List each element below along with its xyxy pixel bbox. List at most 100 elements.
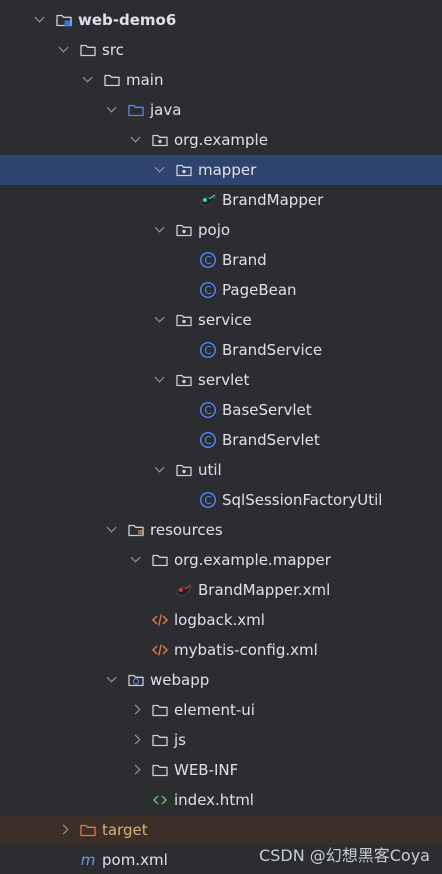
chevron-right-icon[interactable] bbox=[130, 764, 141, 775]
tree-node-baseservlet[interactable]: C BaseServlet bbox=[0, 395, 442, 425]
java-class-icon: C bbox=[199, 401, 217, 419]
tree-node-webapp[interactable]: webapp bbox=[0, 665, 442, 695]
svg-text:C: C bbox=[204, 285, 211, 297]
chevron-down-icon[interactable] bbox=[106, 522, 117, 533]
tree-node-brandmapper-xml[interactable]: BrandMapper.xml bbox=[0, 575, 442, 605]
tree-node-label: mybatis-config.xml bbox=[174, 641, 318, 659]
tree-node-label: element-ui bbox=[174, 701, 255, 719]
tree-node-web-demo6[interactable]: web-demo6 bbox=[0, 5, 442, 35]
package-icon bbox=[151, 131, 169, 149]
project-tree: web-demo6 src main java org.example mapp… bbox=[0, 0, 442, 874]
tree-node-label: target bbox=[102, 821, 148, 839]
tree-node-brandservice[interactable]: C BrandService bbox=[0, 335, 442, 365]
svg-text:C: C bbox=[204, 495, 211, 507]
tree-node-resources[interactable]: resources bbox=[0, 515, 442, 545]
chevron-down-icon[interactable] bbox=[154, 462, 165, 473]
tree-node-label: java bbox=[150, 101, 182, 119]
chevron-down-icon[interactable] bbox=[130, 132, 141, 143]
chevron-down-icon[interactable] bbox=[82, 72, 93, 83]
tree-node-label: servlet bbox=[198, 371, 250, 389]
tree-node-main[interactable]: main bbox=[0, 65, 442, 95]
folder-icon bbox=[151, 761, 169, 779]
package-icon bbox=[175, 371, 193, 389]
folder-icon bbox=[151, 701, 169, 719]
tree-node-brandmapper[interactable]: BrandMapper bbox=[0, 185, 442, 215]
tree-node-servlet[interactable]: servlet bbox=[0, 365, 442, 395]
tree-node-org-example-mapper[interactable]: org.example.mapper bbox=[0, 545, 442, 575]
tree-node-label: mapper bbox=[198, 161, 257, 179]
tree-node-mybatis-config-xml[interactable]: mybatis-config.xml bbox=[0, 635, 442, 665]
tree-node-index-html[interactable]: index.html bbox=[0, 785, 442, 815]
folder-icon bbox=[103, 71, 121, 89]
svg-text:C: C bbox=[204, 405, 211, 417]
tree-node-label: web-demo6 bbox=[78, 11, 177, 29]
tree-node-brandservlet[interactable]: C BrandServlet bbox=[0, 425, 442, 455]
watermark: CSDN @幻想黑客Coya bbox=[259, 846, 430, 865]
tree-node-js[interactable]: js bbox=[0, 725, 442, 755]
chevron-down-icon[interactable] bbox=[154, 162, 165, 173]
tree-node-label: main bbox=[126, 71, 164, 89]
package-icon bbox=[175, 311, 193, 329]
folder-icon bbox=[151, 551, 169, 569]
tree-node-logback-xml[interactable]: logback.xml bbox=[0, 605, 442, 635]
html-file-icon bbox=[151, 791, 169, 809]
chevron-down-icon[interactable] bbox=[154, 222, 165, 233]
package-icon bbox=[175, 461, 193, 479]
package-icon bbox=[175, 161, 193, 179]
chevron-down-icon[interactable] bbox=[130, 552, 141, 563]
tree-node-label: WEB-INF bbox=[174, 761, 239, 779]
tree-node-java[interactable]: java bbox=[0, 95, 442, 125]
tree-node-service[interactable]: service bbox=[0, 305, 442, 335]
tree-node-label: service bbox=[198, 311, 252, 329]
tree-node-src[interactable]: src bbox=[0, 35, 442, 65]
chevron-down-icon[interactable] bbox=[58, 42, 69, 53]
mybatis-xml-icon bbox=[175, 581, 194, 599]
tree-node-org-example[interactable]: org.example bbox=[0, 125, 442, 155]
chevron-down-icon[interactable] bbox=[34, 12, 45, 23]
chevron-down-icon[interactable] bbox=[154, 372, 165, 383]
chevron-right-icon[interactable] bbox=[130, 704, 141, 715]
tree-node-sqlsessionfactoryutil[interactable]: C SqlSessionFactoryUtil bbox=[0, 485, 442, 515]
tree-node-web-inf[interactable]: WEB-INF bbox=[0, 755, 442, 785]
web-folder-icon bbox=[127, 671, 145, 689]
tree-node-label: src bbox=[102, 41, 124, 59]
xml-file-icon bbox=[151, 641, 169, 659]
tree-node-label: SqlSessionFactoryUtil bbox=[222, 491, 383, 509]
chevron-right-icon[interactable] bbox=[130, 734, 141, 745]
tree-node-label: org.example.mapper bbox=[174, 551, 331, 569]
chevron-down-icon[interactable] bbox=[106, 672, 117, 683]
excluded-folder-icon bbox=[79, 821, 97, 839]
java-class-icon: C bbox=[199, 251, 217, 269]
tree-node-mapper[interactable]: mapper bbox=[0, 155, 442, 185]
chevron-down-icon[interactable] bbox=[154, 312, 165, 323]
tree-node-target[interactable]: target bbox=[0, 815, 442, 845]
tree-node-label: BrandMapper.xml bbox=[198, 581, 331, 599]
java-class-icon: C bbox=[199, 431, 217, 449]
java-class-icon: C bbox=[199, 341, 217, 359]
java-class-icon: C bbox=[199, 281, 217, 299]
xml-file-icon bbox=[151, 611, 169, 629]
tree-node-label: Brand bbox=[222, 251, 267, 269]
module-folder-icon bbox=[55, 11, 73, 29]
tree-node-label: PageBean bbox=[222, 281, 297, 299]
chevron-down-icon[interactable] bbox=[106, 102, 117, 113]
chevron-right-icon[interactable] bbox=[58, 824, 69, 835]
source-folder-icon bbox=[127, 101, 145, 119]
tree-node-pagebean[interactable]: C PageBean bbox=[0, 275, 442, 305]
java-class-icon: C bbox=[199, 491, 217, 509]
tree-node-label: logback.xml bbox=[174, 611, 265, 629]
tree-node-label: pojo bbox=[198, 221, 231, 239]
svg-text:C: C bbox=[204, 255, 211, 267]
tree-node-brand[interactable]: C Brand bbox=[0, 245, 442, 275]
tree-node-label: pom.xml bbox=[102, 851, 168, 869]
folder-icon bbox=[151, 731, 169, 749]
tree-node-pojo[interactable]: pojo bbox=[0, 215, 442, 245]
svg-text:C: C bbox=[204, 435, 211, 447]
svg-text:C: C bbox=[204, 345, 211, 357]
tree-node-element-ui[interactable]: element-ui bbox=[0, 695, 442, 725]
package-icon bbox=[175, 221, 193, 239]
mybatis-mapper-icon bbox=[199, 191, 218, 209]
tree-node-label: BaseServlet bbox=[222, 401, 312, 419]
tree-node-util[interactable]: util bbox=[0, 455, 442, 485]
tree-node-label: webapp bbox=[150, 671, 210, 689]
